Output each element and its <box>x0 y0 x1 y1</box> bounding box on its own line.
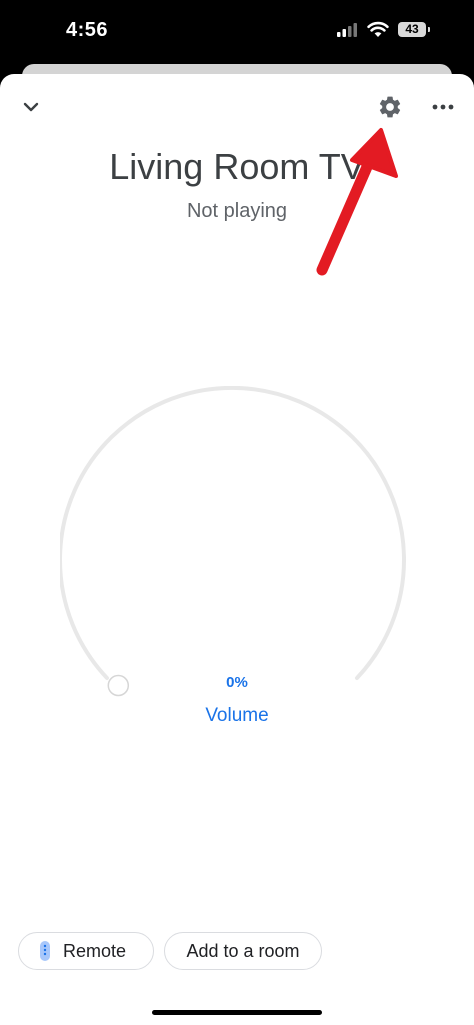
more-horizontal-icon <box>432 104 454 110</box>
status-time: 4:56 <box>66 19 109 41</box>
volume-percentage: 0% <box>226 674 248 691</box>
remote-button-label: Remote <box>63 940 127 961</box>
more-options-button[interactable] <box>428 92 458 122</box>
battery-cap <box>428 27 430 32</box>
add-to-room-label: Add to a room <box>186 940 300 961</box>
settings-button[interactable] <box>374 91 406 123</box>
remote-button[interactable]: Remote <box>18 932 154 970</box>
gear-icon <box>379 96 401 118</box>
battery-indicator: 43 <box>398 22 426 37</box>
annotation-arrow <box>316 128 398 276</box>
cellular-signal-icon <box>337 23 357 37</box>
wifi-icon <box>367 21 389 37</box>
chevron-down-icon <box>23 102 39 112</box>
volume-dial-track <box>60 386 406 680</box>
status-bar: 4:56 43 <box>0 0 474 64</box>
volume-dial[interactable] <box>60 386 414 706</box>
add-to-room-button[interactable]: Add to a room <box>164 932 322 970</box>
home-indicator[interactable] <box>152 1010 322 1015</box>
volume-label: Volume <box>205 705 269 726</box>
remote-icon <box>40 941 50 961</box>
collapse-button[interactable] <box>16 92 46 122</box>
